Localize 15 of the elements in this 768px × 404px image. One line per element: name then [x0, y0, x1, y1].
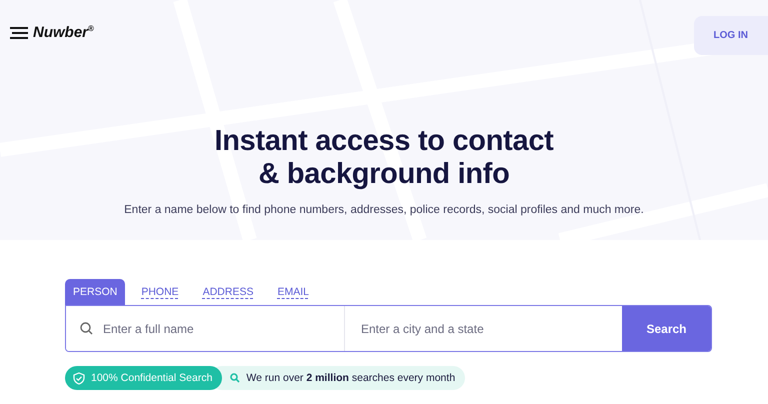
- search-tab[interactable]: PERSON: [65, 279, 126, 305]
- subtitle: Enter a name below to find phone numbers, addresses, police records, social profiles and much more.: [123, 204, 645, 216]
- search-tab[interactable]: PHONE: [133, 279, 187, 305]
- login-button[interactable]: LOG IN: [694, 16, 768, 55]
- search-icon: [80, 322, 93, 335]
- confidential-badge: 100% Confidential Search: [65, 366, 222, 390]
- search-tab[interactable]: ADDRESS: [194, 279, 262, 305]
- logo-icon: [10, 26, 30, 38]
- shield-icon: [73, 372, 85, 384]
- logo-text: Nuwber$^{®}$: [33, 24, 94, 41]
- search-icon: [230, 373, 240, 383]
- headline: Instant access to contact & background info: [214, 125, 554, 191]
- search-button[interactable]: Search: [622, 306, 711, 351]
- search-tab[interactable]: EMAIL: [269, 279, 317, 305]
- search-bar[interactable]: Enter a full name Enter a city and a state Search: [65, 305, 712, 352]
